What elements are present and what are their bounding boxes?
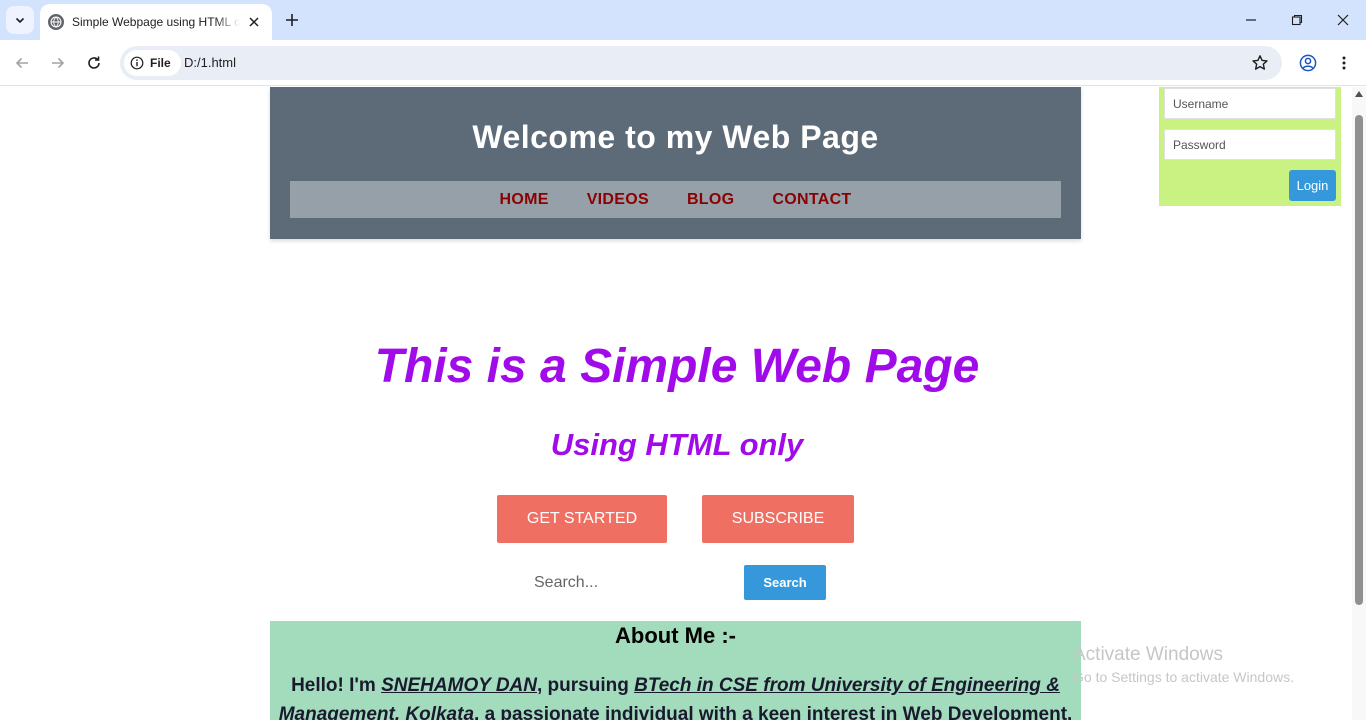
arrow-right-icon	[52, 57, 65, 69]
page-scrollbar[interactable]	[1352, 87, 1366, 720]
main-nav: HOME VIDEOS BLOG CONTACT	[290, 181, 1061, 218]
nav-link-videos[interactable]: VIDEOS	[568, 191, 668, 209]
restore-button[interactable]	[1283, 6, 1311, 34]
site-title: Welcome to my Web Page	[472, 119, 879, 155]
site-header: Welcome to my Web Page HOME VIDEOS BLOG …	[270, 87, 1081, 239]
get-started-button[interactable]: GET STARTED	[497, 495, 667, 543]
account-icon	[1299, 54, 1317, 72]
browser-tab[interactable]: Simple Webpage using HTML only	[40, 4, 272, 40]
nav-link-contact[interactable]: CONTACT	[753, 191, 870, 209]
new-tab-button[interactable]	[280, 8, 304, 32]
close-tab-icon[interactable]	[246, 14, 262, 30]
tab-title: Simple Webpage using HTML only	[72, 15, 240, 29]
back-button[interactable]	[8, 49, 36, 77]
nav-link-blog[interactable]: BLOG	[668, 191, 753, 209]
site-info-label: File	[150, 56, 171, 70]
site-info-chip[interactable]: File	[124, 50, 181, 76]
username-field[interactable]	[1164, 88, 1336, 119]
close-window-button[interactable]	[1329, 6, 1357, 34]
search-input[interactable]	[526, 565, 736, 601]
about-text: Hello! I'm SNEHAMOY DAN, pursuing BTech …	[270, 671, 1081, 720]
globe-icon	[48, 14, 64, 30]
about-text-part: , pursuing	[537, 675, 635, 696]
hero-title: This is a Simple Web Page	[374, 340, 980, 393]
bookmark-star-icon[interactable]	[1250, 53, 1270, 73]
about-text-part: Hello! I'm	[291, 675, 382, 696]
login-panel: Login	[1159, 87, 1341, 206]
author-name: SNEHAMOY DAN	[381, 675, 537, 696]
minimize-button[interactable]	[1237, 6, 1265, 34]
about-section: About Me :- Hello! I'm SNEHAMOY DAN, pur…	[270, 621, 1081, 720]
tab-search-button[interactable]	[6, 6, 34, 34]
url-text[interactable]: D:/1.html	[184, 55, 236, 70]
nav-link-home[interactable]: HOME	[480, 191, 567, 209]
login-button[interactable]: Login	[1289, 170, 1336, 201]
browser-tab-bar: Simple Webpage using HTML only	[0, 0, 1366, 40]
about-title: About Me :-	[615, 623, 736, 648]
password-field[interactable]	[1164, 129, 1336, 160]
activate-windows-title: Activate Windows	[1073, 644, 1223, 665]
reload-icon	[88, 56, 100, 69]
info-icon	[130, 56, 144, 70]
forward-button[interactable]	[44, 49, 72, 77]
plus-icon	[286, 14, 298, 26]
reload-button[interactable]	[80, 49, 108, 77]
arrow-left-icon	[15, 57, 28, 69]
restore-icon	[1291, 14, 1303, 26]
menu-button[interactable]	[1330, 49, 1358, 77]
minimize-icon	[1246, 19, 1256, 21]
subscribe-button[interactable]: SUBSCRIBE	[702, 495, 854, 543]
kebab-menu-icon	[1342, 56, 1346, 70]
profile-button[interactable]	[1294, 49, 1322, 77]
close-icon	[1337, 14, 1349, 26]
about-text-part: , a passionate individual with a keen in…	[474, 704, 1073, 720]
activate-windows-subtitle: Go to Settings to activate Windows.	[1073, 669, 1294, 685]
browser-toolbar: File D:/1.html	[0, 40, 1366, 86]
hero-subtitle: Using HTML only	[550, 427, 804, 462]
address-bar[interactable]: File D:/1.html	[120, 46, 1282, 80]
scroll-up-arrow-icon[interactable]	[1355, 91, 1363, 97]
page-viewport: Welcome to my Web Page HOME VIDEOS BLOG …	[0, 87, 1352, 720]
search-button[interactable]: Search	[744, 565, 826, 600]
chevron-down-icon	[15, 17, 25, 24]
scrollbar-thumb[interactable]	[1355, 115, 1363, 605]
